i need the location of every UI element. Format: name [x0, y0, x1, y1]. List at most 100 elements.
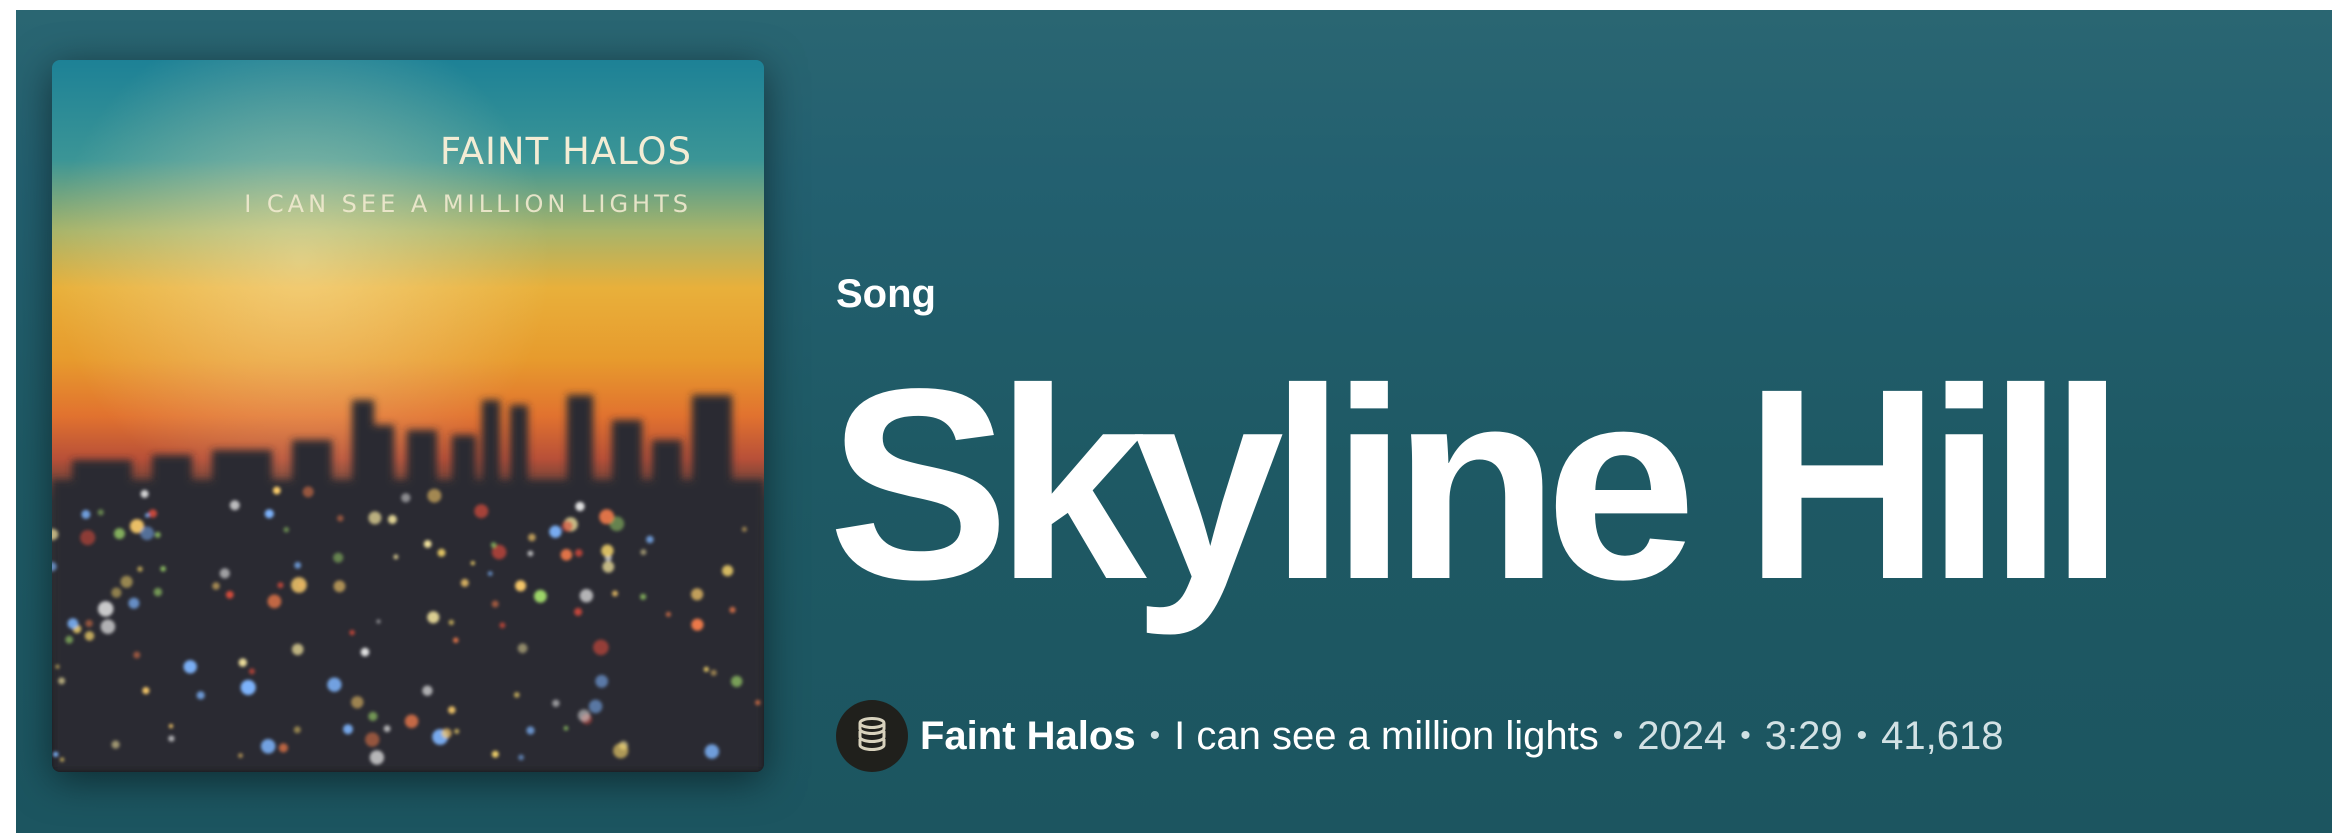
bokeh-light: [333, 580, 346, 593]
separator-dot: •: [1612, 719, 1624, 752]
bokeh-light: [264, 509, 274, 519]
bokeh-light: [487, 571, 493, 576]
bokeh-light: [588, 699, 603, 714]
bokeh-light: [474, 504, 489, 519]
bokeh-light: [404, 714, 419, 729]
bokeh-light: [65, 635, 74, 644]
song-title: Skyline Hill: [828, 332, 2125, 636]
bokeh-light: [114, 528, 125, 540]
bokeh-light: [238, 753, 243, 758]
bokeh-light: [97, 509, 104, 516]
bokeh-light: [53, 751, 59, 757]
bokeh-light: [183, 660, 197, 674]
bokeh-light: [368, 511, 382, 525]
bokeh-light: [722, 565, 734, 577]
bokeh-light: [741, 526, 747, 532]
separator-dot: •: [1740, 719, 1751, 752]
bokeh-light: [169, 724, 173, 729]
bokeh-light: [448, 706, 456, 714]
bokeh-light: [427, 488, 442, 503]
bokeh-light: [527, 550, 534, 557]
bokeh-light: [100, 619, 116, 634]
bokeh-light: [499, 622, 506, 629]
bokeh-light: [393, 554, 399, 560]
bokeh-light: [453, 637, 459, 643]
bokeh-light: [212, 582, 220, 590]
bokeh-light: [526, 726, 535, 735]
bokeh-light: [490, 542, 497, 548]
bokeh-light: [422, 685, 433, 696]
separator-dot: •: [1856, 719, 1868, 752]
bokeh-light: [60, 757, 65, 762]
bokeh-light: [665, 611, 672, 617]
bokeh-light: [383, 725, 391, 733]
bokeh-light: [153, 587, 163, 597]
bokeh-light: [691, 588, 704, 601]
bokeh-light: [613, 743, 629, 759]
bokeh-light: [55, 664, 60, 669]
bokeh-light: [369, 750, 385, 765]
bokeh-light: [272, 486, 281, 495]
bokeh-light: [360, 647, 370, 657]
album-cover[interactable]: FAINT HALOS I CAN SEE A MILLION LIGHTS: [52, 60, 764, 772]
bokeh-light: [528, 533, 536, 542]
bokeh-light: [278, 743, 288, 753]
release-year: 2024: [1637, 713, 1727, 758]
bokeh-light: [710, 669, 717, 676]
bokeh-light: [575, 501, 585, 512]
bokeh-light: [514, 692, 520, 698]
bokeh-light: [168, 735, 175, 742]
bokeh-light: [552, 699, 560, 707]
bokeh-light: [333, 552, 344, 563]
bokeh-light: [602, 560, 615, 573]
bokeh-light: [219, 568, 230, 579]
bokeh-light: [595, 674, 609, 688]
cover-album-text: I CAN SEE A MILLION LIGHTS: [244, 190, 692, 218]
artist-avatar[interactable]: [836, 700, 908, 772]
bokeh-light: [460, 578, 469, 587]
bokeh-light: [560, 549, 573, 561]
album-link[interactable]: I can see a million lights: [1174, 714, 1599, 759]
bokeh-light: [145, 513, 150, 518]
bokeh-light: [277, 582, 284, 589]
bokeh-light: [574, 607, 583, 616]
bokeh-light: [470, 561, 475, 566]
bokeh-light: [387, 514, 397, 524]
bokeh-light: [729, 606, 736, 614]
bokeh-light: [575, 549, 583, 557]
bokeh-light: [579, 589, 594, 603]
content-type-label: Song: [836, 272, 936, 316]
bokeh-light: [704, 744, 720, 759]
bokeh-light: [640, 549, 647, 556]
bokeh-light: [376, 619, 381, 624]
artist-link[interactable]: Faint Halos: [920, 714, 1136, 759]
separator-dot: •: [1149, 719, 1161, 752]
bokeh-light: [365, 732, 380, 747]
bokeh-light: [534, 589, 547, 603]
bokeh-light: [561, 520, 573, 532]
bokeh-light: [142, 687, 150, 695]
bokeh-light: [293, 726, 301, 734]
bokeh-light: [160, 566, 166, 572]
bokeh-light: [111, 587, 122, 598]
bokeh-light: [294, 561, 302, 569]
cover-artist-text: FAINT HALOS: [439, 130, 692, 173]
bokeh-light: [267, 594, 282, 609]
bokeh-light: [454, 728, 460, 734]
bokeh-light: [196, 691, 205, 700]
bokeh-light: [577, 709, 591, 722]
bokeh-light: [238, 658, 247, 667]
bokeh-light: [703, 666, 709, 672]
bokeh-light: [351, 696, 364, 709]
bokeh-light: [599, 509, 615, 525]
bokeh-light: [291, 577, 307, 593]
bokeh-light: [84, 631, 95, 641]
play-count: 41,618: [1881, 713, 2004, 758]
song-info: Song Skyline Hill Faint Halos • I can se…: [828, 10, 2332, 833]
bokeh-light: [491, 600, 499, 608]
bokeh-light: [120, 575, 133, 588]
song-meta-row: Faint Halos • I can see a million lights…: [836, 700, 2004, 772]
bokeh-light: [140, 489, 149, 498]
bokeh-light: [111, 740, 120, 749]
bokeh-light: [283, 527, 289, 533]
